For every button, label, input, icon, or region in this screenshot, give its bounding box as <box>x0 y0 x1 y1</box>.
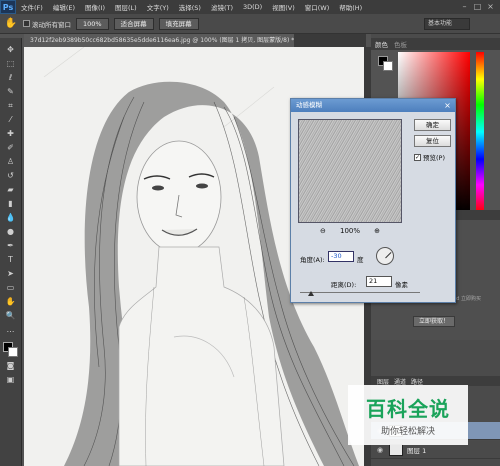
window-controls: – □ × <box>459 1 496 12</box>
preview-zoom-controls: ⊖ 100% ⊕ <box>298 227 402 235</box>
pen-tool-icon[interactable]: ✒ <box>4 240 18 252</box>
gradient-tool-icon[interactable]: ▮ <box>4 198 18 210</box>
quick-mask-icon[interactable]: ◙ <box>4 360 18 372</box>
tools-panel: ✥ ⬚ ℓ ✎ ⌗ ⁄ ✚ ✐ ♙ ↺ ▰ ▮ 💧 ● ✒ T ➤ ▭ ✋ 🔍 … <box>0 38 22 466</box>
menu-3d[interactable]: 3D(D) <box>238 3 267 11</box>
watermark-subtitle: 助你轻松解决 <box>380 427 435 437</box>
visibility-eye-icon[interactable]: ◉ <box>377 446 385 454</box>
ok-button[interactable]: 确定 <box>414 119 451 131</box>
fill-screen-button[interactable]: 填充屏幕 <box>158 17 199 30</box>
menu-window[interactable]: 窗口(W) <box>300 2 335 12</box>
distance-input[interactable]: 21 <box>366 276 392 287</box>
zoom-100-button[interactable]: 100% <box>76 17 109 30</box>
angle-dial[interactable] <box>376 247 394 265</box>
distance-label: 距离(D): <box>331 281 357 289</box>
scroll-all-windows-checkbox[interactable]: 滚动所有窗口 <box>23 19 71 29</box>
document-tab[interactable]: 37d12f2eb9389b50cc682bd58635e5dde6116ea6… <box>24 34 294 47</box>
brush-tool-icon[interactable]: ✐ <box>4 142 18 154</box>
distance-slider-thumb[interactable] <box>308 291 314 296</box>
tab-swatches[interactable]: 色板 <box>394 39 407 49</box>
scroll-all-windows-label: 滚动所有窗口 <box>32 20 71 29</box>
lasso-tool-icon[interactable]: ℓ <box>4 72 18 84</box>
preview-checkbox-label: 预览(P) <box>423 154 445 162</box>
more-tools-icon[interactable]: … <box>4 324 18 336</box>
close-button[interactable]: × <box>485 1 496 12</box>
menu-bar: Ps 文件(F) 编辑(E) 图像(I) 图层(L) 文字(Y) 选择(S) 滤… <box>0 0 500 14</box>
layer-thumbnail <box>389 443 403 456</box>
tab-color[interactable]: 颜色 <box>375 39 388 49</box>
background-color-swatch[interactable] <box>7 347 18 357</box>
type-tool-icon[interactable]: T <box>4 254 18 266</box>
eyedropper-tool-icon[interactable]: ⁄ <box>4 114 18 126</box>
hand-tool-icon[interactable]: ✋ <box>4 296 18 308</box>
preview-checkbox-box: ✓ <box>414 153 421 161</box>
move-tool-icon[interactable]: ✥ <box>4 44 18 56</box>
options-bar: ✋ 滚动所有窗口 100% 适合屏幕 填充屏幕 基本功能 <box>0 14 500 34</box>
menu-view[interactable]: 视图(V) <box>267 2 300 12</box>
hand-tool-icon: ✋ <box>4 17 18 29</box>
watermark-title: 百科全说 <box>366 397 450 421</box>
crop-tool-icon[interactable]: ⌗ <box>4 100 18 112</box>
dialog-close-icon[interactable]: × <box>442 100 453 111</box>
angle-input[interactable]: -30 <box>328 251 354 262</box>
quick-select-tool-icon[interactable]: ✎ <box>4 86 18 98</box>
distance-unit: 像素 <box>395 281 408 289</box>
motion-blur-dialog: 动感模糊 × ⊖ 100% ⊕ 确定 复位 ✓ 预览(P) 角度(A): -30… <box>290 98 456 303</box>
checkbox-box <box>23 20 30 27</box>
menu-image[interactable]: 图像(I) <box>80 2 110 12</box>
shape-tool-icon[interactable]: ▭ <box>4 282 18 294</box>
maximize-button[interactable]: □ <box>472 1 483 12</box>
fit-screen-button[interactable]: 适合屏幕 <box>113 17 154 30</box>
menu-select[interactable]: 选择(S) <box>174 2 206 12</box>
healing-brush-tool-icon[interactable]: ✚ <box>4 128 18 140</box>
preview-zoom-level: 100% <box>339 227 360 235</box>
angle-unit: 度 <box>357 256 364 264</box>
menu-file[interactable]: 文件(F) <box>16 2 48 12</box>
document-tab-bar: 37d12f2eb9389b50cc682bd58635e5dde6116ea6… <box>24 34 366 47</box>
menu-filter[interactable]: 滤镜(T) <box>206 2 238 12</box>
layer-name: 图层 1 <box>407 446 427 455</box>
zoom-out-icon[interactable]: ⊖ <box>320 227 326 235</box>
reset-button[interactable]: 复位 <box>414 135 451 147</box>
get-now-button[interactable]: 立即获取！ <box>413 316 455 327</box>
workspace-select[interactable]: 基本功能 <box>424 18 470 30</box>
zoom-tool-icon[interactable]: 🔍 <box>4 310 18 322</box>
dodge-tool-icon[interactable]: ● <box>4 226 18 238</box>
menu-edit[interactable]: 编辑(E) <box>48 2 80 12</box>
watermark: 百科全说 助你轻松解决 <box>348 385 468 445</box>
eraser-tool-icon[interactable]: ▰ <box>4 184 18 196</box>
menu-layer[interactable]: 图层(L) <box>110 2 142 12</box>
screen-mode-icon[interactable]: ▣ <box>4 374 18 386</box>
clone-stamp-tool-icon[interactable]: ♙ <box>4 156 18 168</box>
hue-slider[interactable] <box>476 52 484 212</box>
zoom-in-icon[interactable]: ⊕ <box>374 227 380 235</box>
filter-preview[interactable] <box>298 119 402 223</box>
dialog-title: 动感模糊 <box>291 99 455 112</box>
color-panel-tabs: 颜色 色板 <box>371 38 500 50</box>
menu-help[interactable]: 帮助(H) <box>334 2 367 12</box>
path-select-tool-icon[interactable]: ➤ <box>4 268 18 280</box>
blur-tool-icon[interactable]: 💧 <box>4 212 18 224</box>
panel-background-swatch[interactable] <box>383 61 393 71</box>
color-swatches[interactable] <box>2 342 19 358</box>
photoshop-logo: Ps <box>0 0 16 14</box>
minimize-button[interactable]: – <box>459 1 470 12</box>
angle-label: 角度(A): <box>300 256 325 264</box>
menu-type[interactable]: 文字(Y) <box>142 2 174 12</box>
distance-slider-track[interactable] <box>300 292 420 293</box>
preview-checkbox[interactable]: ✓ 预览(P) <box>414 152 445 162</box>
marquee-tool-icon[interactable]: ⬚ <box>4 58 18 70</box>
history-brush-tool-icon[interactable]: ↺ <box>4 170 18 182</box>
